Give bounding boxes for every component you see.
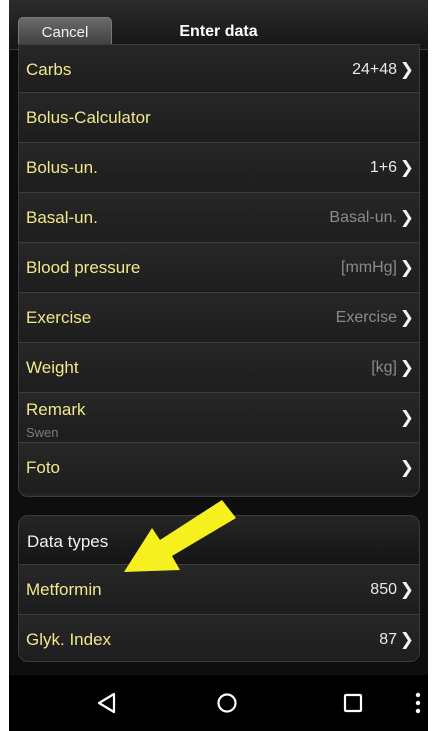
row-value: 87 xyxy=(379,631,397,648)
chevron-right-icon: ❯ xyxy=(399,208,414,227)
back-triangle-icon[interactable] xyxy=(89,687,125,719)
row-remark[interactable]: Remark Swen ❯ xyxy=(19,393,419,443)
row-weight[interactable]: Weight [kg] ❯ xyxy=(19,343,419,393)
row-label: Weight xyxy=(26,358,79,377)
row-subtext: Swen xyxy=(26,425,59,440)
chevron-right-icon: ❯ xyxy=(399,458,414,477)
row-label: Blood pressure xyxy=(26,258,141,277)
page-title: Enter data xyxy=(179,23,258,40)
row-label: Bolus-Calculator xyxy=(26,108,151,127)
row-bolus-units[interactable]: Bolus-un. 1+6 ❯ xyxy=(19,143,419,193)
home-circle-icon[interactable] xyxy=(209,687,245,719)
data-types-list: Data types Metformin 850 ❯ Glyk. Index 8… xyxy=(18,515,420,662)
section-header: Data types xyxy=(19,516,419,565)
screen: Cancel Enter data Carbs 24+48 ❯ Bolus-Ca… xyxy=(9,0,428,731)
chevron-right-icon: ❯ xyxy=(399,358,414,377)
row-placeholder: Exercise xyxy=(335,309,397,326)
row-placeholder: Basal-un. xyxy=(329,209,397,226)
chevron-right-icon: ❯ xyxy=(399,408,414,427)
row-label: Basal-un. xyxy=(26,208,98,227)
row-label: Foto xyxy=(26,458,61,477)
row-value: 1+6 xyxy=(369,159,397,176)
row-label: Carbs xyxy=(26,60,72,79)
section-title: Data types xyxy=(27,532,109,551)
row-bolus-calculator[interactable]: Bolus-Calculator xyxy=(19,93,419,143)
chevron-right-icon: ❯ xyxy=(399,630,414,649)
row-exercise[interactable]: Exercise Exercise ❯ xyxy=(19,293,419,343)
row-value: 24+48 xyxy=(352,61,397,78)
row-carbs[interactable]: Carbs 24+48 ❯ xyxy=(19,45,419,93)
row-label: Metformin xyxy=(26,580,102,599)
entry-list: Carbs 24+48 ❯ Bolus-Calculator Bolus-un.… xyxy=(18,44,420,497)
row-label: Exercise xyxy=(26,308,92,327)
row-metformin[interactable]: Metformin 850 ❯ xyxy=(19,565,419,615)
row-label: Bolus-un. xyxy=(26,158,98,177)
chevron-right-icon: ❯ xyxy=(399,158,414,177)
row-label: Glyk. Index xyxy=(26,630,112,649)
recents-square-icon[interactable] xyxy=(335,687,371,719)
row-foto[interactable]: Foto ❯ xyxy=(19,443,419,493)
chevron-right-icon: ❯ xyxy=(399,308,414,327)
row-basal-units[interactable]: Basal-un. Basal-un. ❯ xyxy=(19,193,419,243)
row-placeholder: [kg] xyxy=(371,359,397,376)
more-vert-icon[interactable] xyxy=(411,687,425,719)
chevron-right-icon: ❯ xyxy=(399,258,414,277)
top-bar: Cancel Enter data xyxy=(9,0,428,50)
row-label: Remark xyxy=(26,400,86,419)
chevron-right-icon: ❯ xyxy=(399,580,414,599)
row-glyk-index[interactable]: Glyk. Index 87 ❯ xyxy=(19,615,419,661)
chevron-right-icon: ❯ xyxy=(399,60,414,79)
row-value: 850 xyxy=(370,581,397,598)
system-nav-bar xyxy=(9,675,428,731)
row-placeholder: [mmHg] xyxy=(341,259,397,276)
row-blood-pressure[interactable]: Blood pressure [mmHg] ❯ xyxy=(19,243,419,293)
